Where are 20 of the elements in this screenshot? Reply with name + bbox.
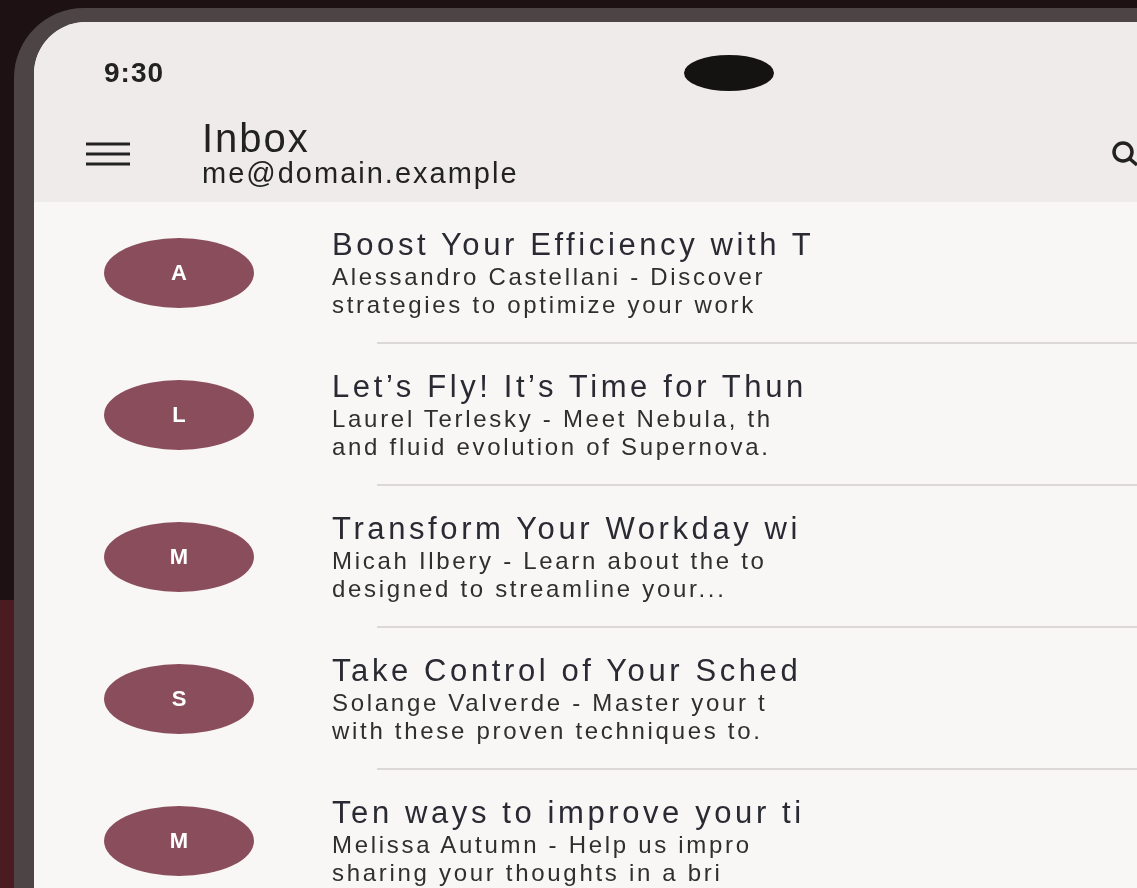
message-subject[interactable]: Take Control of Your Sched — [332, 651, 802, 689]
message-preview: Laurel Terlesky - Meet Nebula, th and fluid evolution of Supernova. — [332, 404, 774, 463]
message-preview: Micah Ilbery - Learn about the to designed to streamline your... — [332, 546, 768, 605]
avatar: L — [104, 379, 254, 450]
message-subject[interactable]: Ten ways to improve your ti — [332, 793, 805, 831]
message-subject[interactable]: Boost Your Efficiency with T — [332, 225, 815, 263]
avatar: M — [104, 521, 254, 592]
menu-icon[interactable] — [86, 141, 130, 166]
message-preview: Solange Valverde - Master your t with these proven techniques to. — [332, 688, 769, 747]
message-preview: Melissa Autumn - Help us impro sharing your thoughts in a bri — [332, 830, 753, 888]
status-time: 9:30 — [104, 56, 165, 90]
message-subject[interactable]: Transform Your Workday wi — [332, 509, 802, 547]
message-preview: Alessandro Castellani - Discover strategies to optimize your work — [332, 262, 767, 321]
account-email: me@domain.example — [202, 158, 519, 190]
avatar: A — [104, 237, 254, 308]
avatar: S — [104, 663, 254, 734]
screen-title: Inbox — [202, 118, 311, 158]
avatar: M — [104, 805, 254, 876]
message-subject[interactable]: Let’s Fly! It’s Time for Thun — [332, 367, 807, 405]
search-icon[interactable] — [1111, 139, 1137, 168]
